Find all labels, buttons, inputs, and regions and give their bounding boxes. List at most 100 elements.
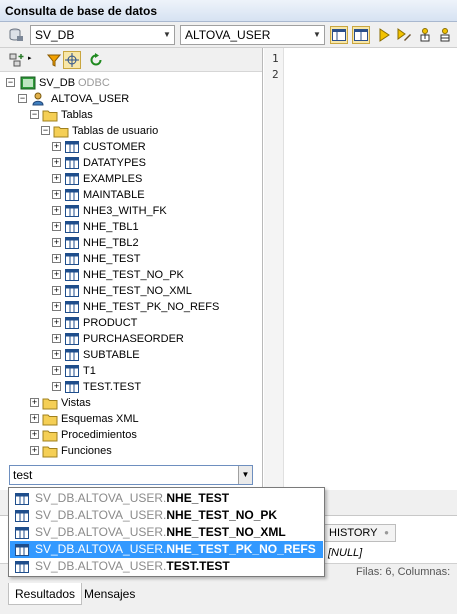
collapse-icon[interactable]: − — [30, 110, 39, 119]
tab-messages[interactable]: Mensajes — [78, 583, 141, 605]
tree-node-table[interactable]: + T1 — [52, 363, 252, 379]
suggestion-prefix: SV_DB.ALTOVA_USER. — [35, 542, 167, 556]
tree-node-table[interactable]: + SUBTABLE — [52, 347, 252, 363]
expand-icon[interactable]: + — [52, 158, 61, 167]
suggestion-item[interactable]: SV_DB.ALTOVA_USER.TEST.TEST — [10, 558, 323, 575]
expand-icon[interactable]: + — [52, 382, 61, 391]
expand-icon[interactable]: + — [52, 254, 61, 263]
execute-button[interactable] — [375, 26, 393, 44]
suggestion-item[interactable]: SV_DB.ALTOVA_USER.NHE_TEST_PK_NO_REFS — [10, 541, 323, 558]
import-button[interactable] — [415, 26, 433, 44]
tree-node-table[interactable]: + NHE_TEST_NO_XML — [52, 283, 252, 299]
suggestion-name: NHE_TEST_NO_PK — [166, 508, 278, 522]
tree-node-tables[interactable]: − Tablas — [30, 107, 250, 123]
tree-node-table[interactable]: + TEST.TEST — [52, 379, 252, 395]
table-icon — [65, 285, 79, 297]
table-icon — [65, 221, 79, 233]
null-cell[interactable]: ▦ [NULL] — [312, 545, 394, 561]
expand-icon[interactable]: + — [30, 414, 39, 423]
tree-node-table[interactable]: + DATATYPES — [52, 155, 252, 171]
expand-icon[interactable]: + — [52, 286, 61, 295]
collapse-icon[interactable]: − — [18, 94, 27, 103]
execute-icon — [379, 28, 390, 42]
expand-icon[interactable]: + — [52, 366, 61, 375]
suggestion-prefix: SV_DB.ALTOVA_USER. — [35, 508, 167, 522]
expand-icon[interactable]: + — [52, 270, 61, 279]
expand-icon[interactable]: + — [52, 190, 61, 199]
expand-icon[interactable]: + — [52, 350, 61, 359]
expand-icon[interactable]: + — [52, 238, 61, 247]
expand-icon[interactable]: + — [52, 174, 61, 183]
pin-icon[interactable]: ● — [384, 525, 389, 541]
tab-results[interactable]: Resultados — [8, 583, 83, 605]
expand-icon[interactable]: + — [30, 446, 39, 455]
tree-node-table[interactable]: + NHE_TEST_NO_PK — [52, 267, 252, 283]
collapse-icon[interactable]: − — [6, 78, 15, 87]
expand-icon[interactable]: + — [52, 302, 61, 311]
tree-node-schema[interactable]: − ALTOVA_USER — [18, 91, 258, 107]
suggestion-prefix: SV_DB.ALTOVA_USER. — [35, 491, 167, 505]
sql-editor[interactable]: 1 2 — [264, 48, 457, 490]
expand-icon[interactable]: + — [52, 206, 61, 215]
tree-node-table[interactable]: + NHE_TBL1 — [52, 219, 252, 235]
layout-columns-icon — [354, 29, 368, 41]
expand-icon[interactable]: + — [52, 142, 61, 151]
tree-node-table[interactable]: + NHE_TEST_PK_NO_REFS — [52, 299, 252, 315]
suggestion-name: NHE_TEST — [166, 491, 230, 505]
line-number: 1 — [272, 52, 279, 65]
tree-node-table[interactable]: + PURCHASEORDER — [52, 331, 252, 347]
layout-columns-button[interactable] — [352, 26, 370, 44]
expand-icon[interactable]: + — [52, 222, 61, 231]
datasource-label: SV_DB — [39, 77, 76, 89]
locate-button[interactable] — [63, 51, 81, 69]
add-connection-icon[interactable] — [8, 52, 24, 68]
table-icon — [65, 189, 79, 201]
filter-icon[interactable] — [46, 52, 62, 68]
locate-icon — [65, 53, 79, 67]
dropdown-arrow-icon[interactable]: ▸ — [28, 54, 32, 62]
suggestion-item[interactable]: SV_DB.ALTOVA_USER.NHE_TEST_NO_PK — [10, 507, 323, 524]
layout-split-button[interactable] — [330, 26, 348, 44]
tree-node-table[interactable]: + PRODUCT — [52, 315, 252, 331]
table-label: T1 — [83, 365, 96, 377]
schema-select[interactable]: ALTOVA_USER ▼ — [180, 25, 325, 45]
table-label: NHE_TEST_NO_PK — [83, 269, 184, 281]
suggestion-name: NHE_TEST_NO_XML — [166, 525, 286, 539]
tree-node-table[interactable]: + NHE_TBL2 — [52, 235, 252, 251]
line-number-gutter: 1 2 — [264, 48, 284, 490]
datasource-icon — [20, 76, 36, 90]
tree-node-table[interactable]: + NHE3_WITH_FK — [52, 203, 252, 219]
tree-node-user-tables[interactable]: − Tablas de usuario — [41, 123, 251, 139]
expand-icon[interactable]: + — [52, 334, 61, 343]
tree-node-table[interactable]: + MAINTABLE — [52, 187, 252, 203]
collapse-icon[interactable]: − — [41, 126, 50, 135]
filter-value: test — [13, 468, 33, 482]
tree-node-folder[interactable]: + Esquemas XML — [30, 411, 250, 427]
datasource-select[interactable]: SV_DB ▼ — [30, 25, 175, 45]
filter-input[interactable]: test ▼ — [9, 465, 253, 485]
tree-node-table[interactable]: + EXAMPLES — [52, 171, 252, 187]
line-number: 2 — [272, 68, 279, 81]
schema-label: ALTOVA_USER — [51, 93, 130, 105]
tree-node-table[interactable]: + NHE_TEST — [52, 251, 252, 267]
tables-folder-label: Tablas — [61, 109, 93, 121]
chevron-down-icon[interactable]: ▼ — [238, 466, 252, 484]
refresh-icon[interactable] — [88, 52, 104, 68]
expand-icon[interactable]: + — [52, 318, 61, 327]
tree-node-table[interactable]: + CUSTOMER — [52, 139, 252, 155]
export-button[interactable] — [435, 26, 453, 44]
tree-node-folder[interactable]: + Vistas — [30, 395, 250, 411]
expand-icon[interactable]: + — [30, 398, 39, 407]
table-label: CUSTOMER — [83, 141, 146, 153]
browser-toolbar: ▸ — [0, 48, 262, 72]
tree-node-datasource[interactable]: − SV_DB ODBC — [6, 75, 256, 91]
expand-icon[interactable]: + — [30, 430, 39, 439]
suggestion-item[interactable]: SV_DB.ALTOVA_USER.NHE_TEST_NO_XML — [10, 524, 323, 541]
suggestion-name: TEST.TEST — [166, 559, 230, 573]
suggestion-item[interactable]: SV_DB.ALTOVA_USER.NHE_TEST — [10, 490, 323, 507]
edit-run-button[interactable] — [395, 26, 413, 44]
table-icon — [65, 269, 79, 281]
history-tab[interactable]: HISTORY ● — [322, 524, 396, 542]
tree-node-folder[interactable]: + Funciones — [30, 443, 250, 459]
tree-node-folder[interactable]: + Procedimientos — [30, 427, 250, 443]
